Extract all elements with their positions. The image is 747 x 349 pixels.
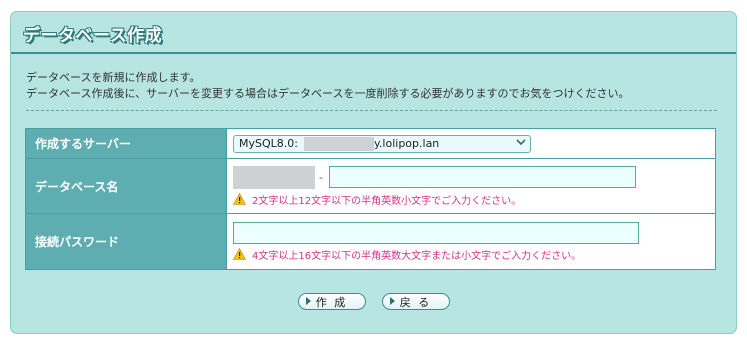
description-line-2: データベース作成後に、サーバーを変更する場合はデータベースを一度削除する必要があ… [26, 87, 630, 100]
server-row: 作成するサーバー MySQL8.0: y.lolipop.lan [25, 128, 716, 159]
dbname-row: データベース名 - 2文字以上12文字以下の半角英数小文字でご入力ください。 [25, 158, 716, 214]
warning-icon [232, 192, 247, 205]
action-buttons: 作 成 戻 る [11, 293, 736, 310]
dbname-label: データベース名 [25, 158, 227, 214]
server-select[interactable]: MySQL8.0: y.lolipop.lan [233, 134, 531, 153]
password-hint-text: 4文字以上16文字以下の半角英数大文字または小文字でご入力ください。 [252, 250, 582, 262]
redacted-hostname [303, 136, 374, 151]
server-label: 作成するサーバー [25, 128, 227, 159]
password-hint: 4文字以上16文字以下の半角英数大文字または小文字でご入力ください。 [232, 247, 715, 262]
create-button-label: 作 成 [315, 295, 348, 309]
dbname-hint-text: 2文字以上12文字以下の半角英数小文字でご入力ください。 [252, 195, 522, 207]
page-title: データベース作成 [23, 26, 163, 46]
title-divider [11, 52, 736, 54]
description: データベースを新規に作成します。 データベース作成後に、サーバーを変更する場合は… [26, 70, 629, 102]
password-label: 接続パスワード [25, 213, 227, 270]
create-button[interactable]: 作 成 [297, 293, 366, 310]
create-database-panel: データベース作成 データベースを新規に作成します。 データベース作成後に、サーバ… [10, 11, 737, 334]
create-database-form: 作成するサーバー MySQL8.0: y.lolipop.lan データベース名… [25, 128, 716, 270]
play-arrow-icon [305, 297, 311, 305]
chevron-down-icon [516, 138, 526, 149]
warning-icon [232, 247, 247, 260]
back-button[interactable]: 戻 る [381, 293, 450, 310]
dbname-separator: - [319, 170, 323, 184]
dbname-input[interactable] [328, 166, 636, 188]
description-line-1: データベースを新規に作成します。 [26, 71, 201, 84]
password-row: 接続パスワード 4文字以上16文字以下の半角英数大文字または小文字でご入力くださ… [25, 213, 716, 270]
password-input[interactable] [233, 221, 639, 244]
play-arrow-icon [389, 297, 395, 305]
server-select-prefix: MySQL8.0: [239, 137, 298, 150]
redacted-db-prefix [233, 165, 315, 189]
dotted-divider [26, 110, 717, 111]
back-button-label: 戻 る [399, 295, 432, 309]
dbname-hint: 2文字以上12文字以下の半角英数小文字でご入力ください。 [232, 192, 715, 207]
server-select-suffix: y.lolipop.lan [373, 137, 440, 150]
